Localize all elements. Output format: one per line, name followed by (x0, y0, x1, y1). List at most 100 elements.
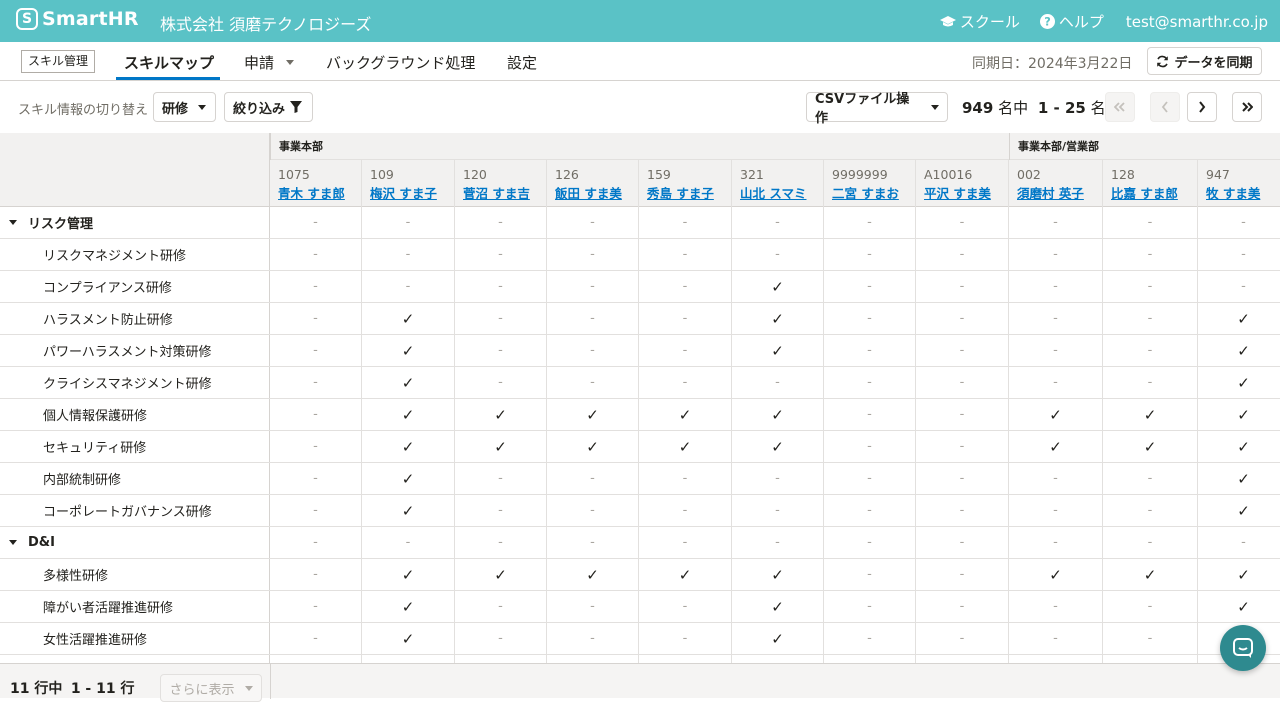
csv-operations-button[interactable]: CSVファイル操作 (806, 92, 948, 126)
employee-name-link[interactable]: 梅沢 すま子 (370, 183, 454, 202)
employee-name-link[interactable]: 飯田 すま美 (555, 183, 638, 202)
tab-settings[interactable]: 設定 (507, 52, 537, 73)
row-label-text: 女性活躍推進研修 (43, 633, 148, 648)
double-chevron-left-icon (1114, 102, 1125, 112)
skill-row: コンプライアンス研修 - - - - - ✓ - - - - - (0, 271, 1280, 303)
row-label-text: セキュリティ研修 (43, 441, 147, 456)
empty-cell: - (270, 431, 362, 462)
employee-id: 128 (1111, 167, 1135, 182)
chevron-down-icon (198, 104, 207, 110)
empty-cell: - (916, 335, 1009, 366)
row-label-text: リスク管理 (28, 217, 94, 232)
checkmark-icon: ✓ (732, 431, 824, 462)
checkmark-icon: ✓ (1009, 655, 1103, 663)
employee-name-link[interactable]: 青木 すま郎 (278, 183, 361, 202)
checkmark-icon: ✓ (455, 559, 547, 590)
skill-row: セキュリティ研修 - ✓ ✓ ✓ ✓ ✓ - - ✓ ✓ ✓ (0, 431, 1280, 463)
training-select-value: 研修 (162, 101, 189, 117)
empty-cell: - (916, 655, 1009, 663)
empty-cell: - (270, 623, 362, 654)
prev-page-button[interactable] (1150, 92, 1180, 122)
chat-button[interactable] (1220, 625, 1266, 671)
empty-cell: - (824, 207, 916, 238)
training-select[interactable]: 研修 (153, 92, 216, 122)
empty-cell: - (1009, 527, 1103, 558)
checkmark-icon: ✓ (1198, 463, 1280, 494)
user-email: test@smarthr.co.jp (1125, 12, 1268, 31)
grid-corner (0, 133, 270, 207)
empty-cell: - (547, 367, 639, 398)
checkmark-icon: ✓ (1103, 559, 1198, 590)
skill-label: コーポレートガバナンス研修 (0, 495, 270, 526)
sync-data-button[interactable]: データを同期 (1147, 47, 1262, 75)
empty-cell: - (639, 303, 732, 334)
employee-name-link[interactable]: 山北 スマミ (740, 183, 823, 202)
active-tab-indicator (116, 77, 220, 80)
category-row[interactable]: リスク管理 - - - - - - - - - - - (0, 207, 1280, 239)
empty-cell: - (1103, 623, 1198, 654)
help-link[interactable]: ? ヘルプ (1039, 11, 1104, 32)
tab-applications[interactable]: 申請 (244, 52, 295, 73)
svg-text:?: ? (1044, 16, 1051, 29)
checkmark-icon: ✓ (362, 623, 455, 654)
filter-button[interactable]: 絞り込み (224, 92, 313, 122)
employee-column-header: 321 山北 スマミ (732, 160, 824, 207)
skill-row: 内部統制研修 - ✓ - - - - - - - - ✓ (0, 463, 1280, 495)
empty-cell: - (1009, 591, 1103, 622)
category-label[interactable]: リスク管理 (0, 207, 270, 238)
checkmark-icon: ✓ (732, 303, 824, 334)
empty-cell: - (824, 239, 916, 270)
empty-cell: - (547, 591, 639, 622)
employee-name-link[interactable]: 二宮 すまお (832, 183, 915, 202)
category-row[interactable]: D&I - - - - - - - - - - - (0, 527, 1280, 559)
empty-cell: - (1009, 303, 1103, 334)
employee-id: 321 (740, 167, 764, 182)
next-page-button[interactable] (1187, 92, 1217, 122)
collapse-caret-icon[interactable] (9, 540, 17, 545)
user-menu[interactable]: test@smarthr.co.jp (1126, 11, 1268, 32)
row-label-text: 個人情報保護研修 (43, 409, 148, 424)
empty-cell: - (270, 303, 362, 334)
graduation-cap-icon (939, 15, 956, 26)
employee-name-link[interactable]: 平沢 すま美 (924, 183, 1008, 202)
empty-cell: - (547, 335, 639, 366)
checkmark-icon: ✓ (639, 399, 732, 430)
empty-cell: - (916, 271, 1009, 302)
employee-name-link[interactable]: 比嘉 すま郎 (1111, 183, 1197, 202)
employee-id: 120 (463, 167, 487, 182)
last-page-button[interactable] (1232, 92, 1262, 122)
empty-cell: - (916, 527, 1009, 558)
checkmark-icon: ✓ (1198, 367, 1280, 398)
checkmark-icon: ✓ (547, 655, 639, 663)
category-label[interactable]: D&I (0, 527, 270, 558)
school-link[interactable]: スクール (939, 11, 1020, 32)
employee-name-link[interactable]: 菅沼 すま吉 (463, 183, 546, 202)
employee-column-header: 128 比嘉 すま郎 (1103, 160, 1198, 207)
empty-cell: - (916, 207, 1009, 238)
skill-label: コンプライアンス研修 (0, 271, 270, 302)
first-page-button[interactable] (1105, 92, 1135, 122)
empty-cell: - (732, 207, 824, 238)
employee-column-header: 120 菅沼 すま吉 (455, 160, 547, 207)
empty-cell: - (639, 527, 732, 558)
empty-cell: - (1009, 207, 1103, 238)
help-label: ヘルプ (1058, 13, 1104, 31)
smarthr-logo[interactable]: S SmartHR (16, 8, 139, 30)
employee-name-link[interactable]: 牧 すま美 (1206, 183, 1280, 202)
tab-background-jobs[interactable]: バックグラウンド処理 (326, 52, 475, 73)
total-unit: 名中 (998, 99, 1029, 117)
collapse-caret-icon[interactable] (9, 220, 17, 225)
employee-id: 1075 (278, 167, 310, 182)
empty-cell: - (455, 623, 547, 654)
grid-footer: 11 行中 1 - 11 行 さらに表示 (0, 663, 1280, 702)
checkmark-icon: ✓ (732, 623, 824, 654)
employee-id: 002 (1017, 167, 1041, 182)
employee-name-link[interactable]: 秀島 すま子 (647, 183, 731, 202)
tab-skill-map[interactable]: スキルマップ (124, 52, 214, 73)
empty-cell: - (547, 303, 639, 334)
employee-column-header: A10016 平沢 すま美 (916, 160, 1009, 207)
checkmark-icon: ✓ (362, 559, 455, 590)
skill-label: リスクマネジメント研修 (0, 239, 270, 270)
row-label-text: コンプライアンス研修 (43, 281, 172, 296)
employee-name-link[interactable]: 須磨村 英子 (1017, 183, 1102, 202)
